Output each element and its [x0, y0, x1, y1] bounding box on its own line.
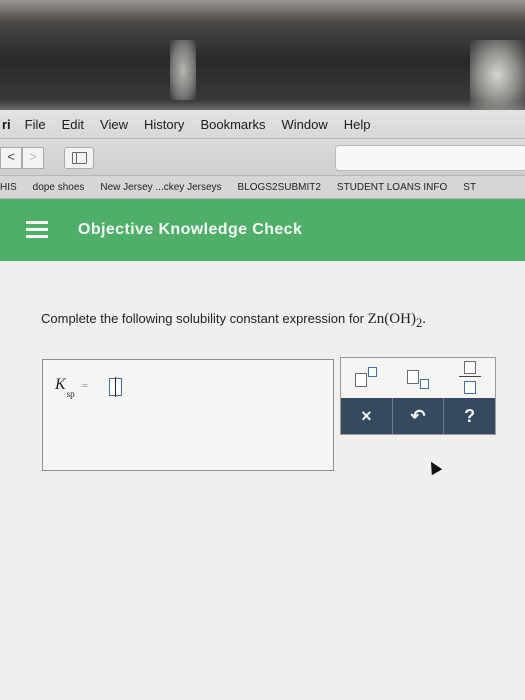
menu-bookmarks[interactable]: Bookmarks: [200, 117, 265, 132]
question-area: Complete the following solubility consta…: [0, 261, 525, 700]
answer-input-box[interactable]: Ksp =: [42, 359, 334, 471]
superscript-button[interactable]: [341, 358, 391, 398]
menu-edit[interactable]: Edit: [62, 117, 84, 132]
fraction-bar-icon: [459, 376, 481, 377]
ceiling-light: [470, 40, 525, 110]
equals-sign: =: [81, 380, 88, 392]
bookmark-item[interactable]: dope shoes: [33, 182, 85, 193]
fraction-numerator-icon: [464, 361, 476, 374]
sidebar-toggle-button[interactable]: [64, 147, 94, 169]
bookmark-item[interactable]: New Jersey ...ckey Jerseys: [100, 182, 221, 193]
bookmarks-bar: HIS dope shoes New Jersey ...ckey Jersey…: [0, 176, 525, 199]
sidebar-icon: [72, 152, 87, 164]
bookmark-item[interactable]: BLOGS2SUBMIT2: [238, 182, 321, 193]
menu-history[interactable]: History: [144, 117, 184, 132]
subscript-base-icon: [407, 370, 419, 384]
hamburger-menu-icon[interactable]: [26, 221, 48, 239]
question-text: Complete the following solubility consta…: [41, 311, 368, 326]
forward-button[interactable]: >: [22, 147, 44, 169]
browser-toolbar: < >: [0, 139, 525, 176]
clear-button[interactable]: ×: [341, 398, 393, 434]
page-header: Objective Knowledge Check: [0, 199, 525, 261]
menu-view[interactable]: View: [100, 117, 128, 132]
menu-help[interactable]: Help: [344, 117, 371, 132]
answer-cursor-slot[interactable]: [109, 377, 122, 397]
undo-button[interactable]: ↶: [393, 398, 445, 434]
superscript-exponent-icon: [368, 367, 377, 377]
help-button[interactable]: ?: [444, 398, 495, 434]
formula-main: Zn(OH): [367, 311, 416, 327]
fraction-denominator-icon: [464, 381, 476, 394]
bookmark-item[interactable]: HIS: [0, 182, 17, 193]
ceiling-light: [170, 40, 196, 100]
menu-app-name[interactable]: ri: [2, 117, 11, 132]
formula-period: .: [422, 311, 426, 327]
fraction-button[interactable]: [445, 358, 495, 398]
chemical-formula: Zn(OH)2.: [367, 311, 426, 330]
photo-bezel: [0, 0, 525, 110]
address-bar[interactable]: [335, 145, 525, 171]
k-subscript: sp: [66, 389, 75, 399]
subscript-button[interactable]: [393, 358, 443, 398]
question-prompt: Complete the following solubility consta…: [41, 311, 426, 331]
k-symbol: K: [55, 376, 66, 393]
back-button[interactable]: <: [0, 147, 22, 169]
subscript-index-icon: [420, 379, 429, 389]
superscript-base-icon: [355, 373, 367, 387]
math-tool-palette: × ↶ ?: [340, 357, 496, 435]
menu-file[interactable]: File: [25, 117, 46, 132]
mouse-pointer-icon: [425, 458, 443, 476]
page-title: Objective Knowledge Check: [78, 221, 303, 238]
bookmark-item[interactable]: ST: [463, 182, 476, 193]
menu-window[interactable]: Window: [281, 117, 327, 132]
bookmark-item[interactable]: STUDENT LOANS INFO: [337, 182, 447, 193]
menu-bar: ri File Edit View History Bookmarks Wind…: [0, 110, 525, 139]
ksp-expression: Ksp =: [55, 376, 88, 399]
